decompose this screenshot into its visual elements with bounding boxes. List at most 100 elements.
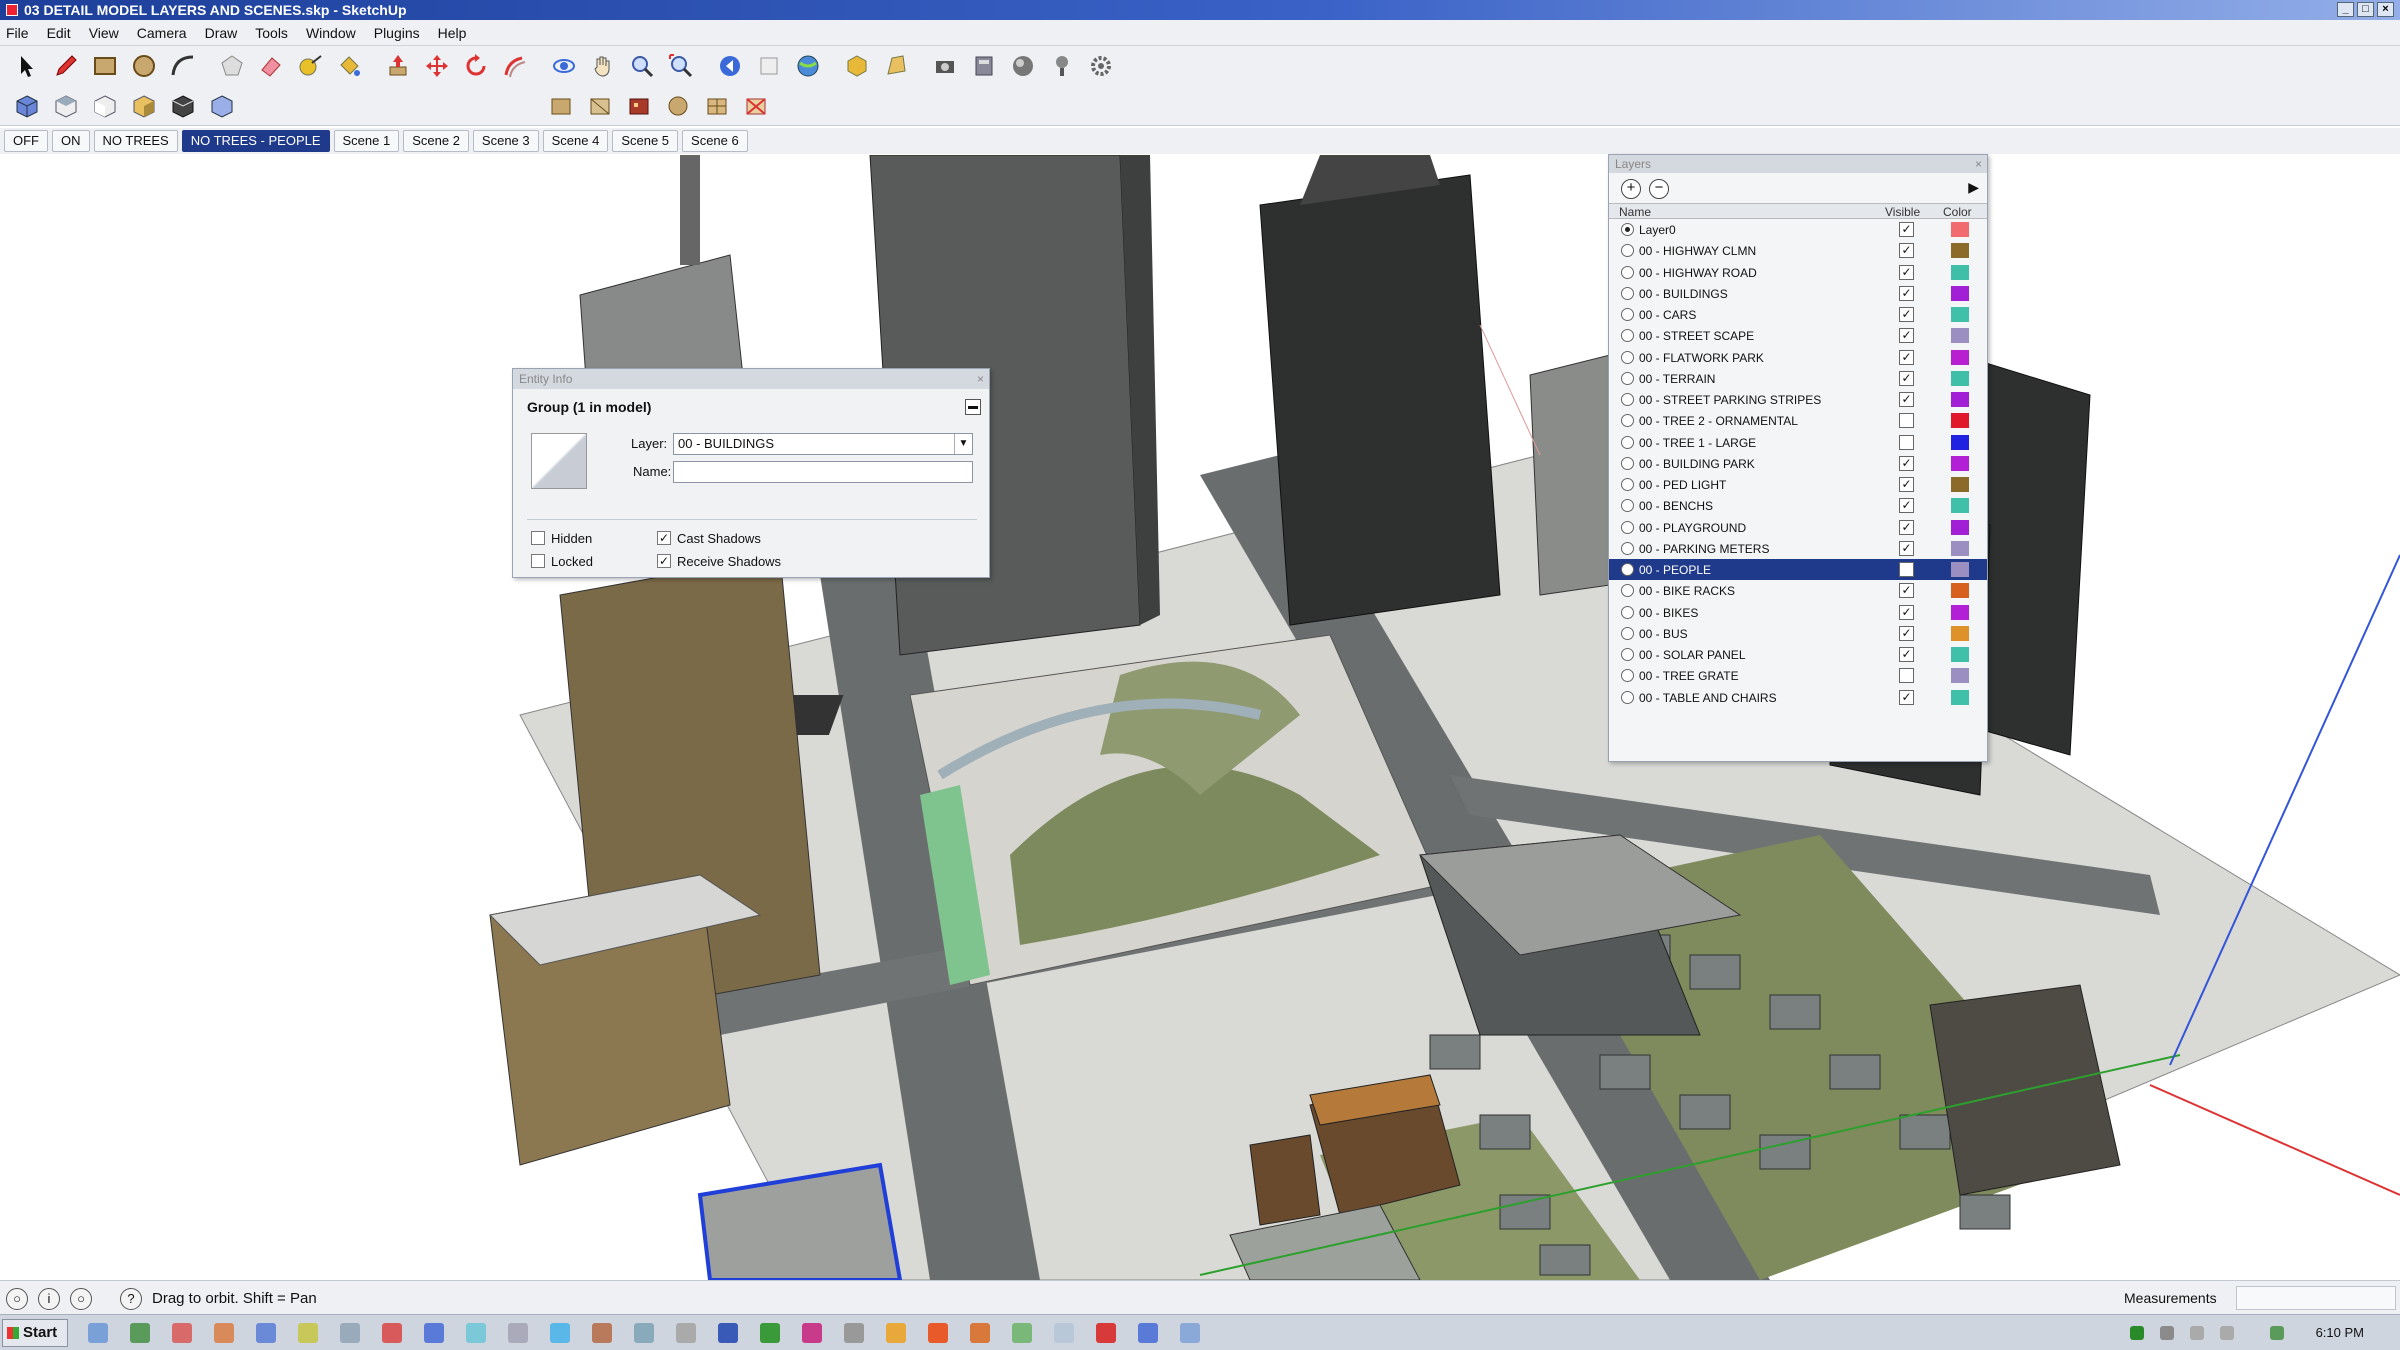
taskbar-app-icon[interactable] — [970, 1323, 990, 1343]
layer-color-swatch[interactable] — [1951, 434, 1969, 450]
polygon-icon[interactable] — [217, 51, 247, 81]
layer-name[interactable]: 00 - HIGHWAY CLMN — [1639, 244, 1756, 258]
menu-edit[interactable]: Edit — [47, 25, 71, 41]
details-arrow-icon[interactable]: ▶ — [1968, 179, 1979, 196]
layer-name[interactable]: 00 - CARS — [1639, 308, 1696, 322]
network-icon[interactable] — [2190, 1326, 2204, 1340]
menu-draw[interactable]: Draw — [205, 25, 238, 41]
layer-name[interactable]: 00 - BIKE RACKS — [1639, 584, 1735, 598]
left-view-icon[interactable] — [207, 91, 237, 121]
taskbar-app-icon[interactable] — [1138, 1323, 1158, 1343]
component-icon[interactable] — [842, 51, 872, 81]
layer-color-swatch[interactable] — [1951, 498, 1969, 514]
scene-tab-on[interactable]: ON — [52, 130, 90, 152]
taskbar-app-icon[interactable] — [508, 1323, 528, 1343]
add-layer-icon[interactable]: + — [1621, 179, 1641, 199]
layer-visible-checkbox[interactable]: ✓ — [1899, 222, 1914, 237]
layer-color-swatch[interactable] — [1951, 604, 1969, 620]
layer-name[interactable]: 00 - SOLAR PANEL — [1639, 648, 1746, 662]
layer-row[interactable]: 00 - FLATWORK PARK ✓ — [1609, 347, 1987, 368]
taskbar-app-icon[interactable] — [886, 1323, 906, 1343]
measurements-input[interactable] — [2236, 1286, 2396, 1310]
layer-visible-checkbox[interactable]: ✓ — [1899, 264, 1914, 280]
layer-row[interactable]: 00 - TREE 1 - LARGE — [1609, 432, 1987, 453]
layer-color-swatch[interactable] — [1951, 562, 1969, 577]
right-view-icon[interactable] — [129, 91, 159, 121]
active-layer-radio[interactable] — [1621, 605, 1634, 619]
active-layer-radio[interactable] — [1621, 350, 1634, 364]
column-name[interactable]: Name — [1619, 205, 1651, 219]
taskbar-app-icon[interactable] — [1012, 1323, 1032, 1343]
taskbar-app-icon[interactable] — [676, 1323, 696, 1343]
taskbar-app-icon[interactable] — [172, 1323, 192, 1343]
active-layer-radio[interactable] — [1621, 393, 1634, 406]
layer-visible-checkbox[interactable]: ✓ — [1899, 498, 1914, 514]
layer-row[interactable]: 00 - CARS ✓ — [1609, 304, 1987, 325]
active-layer-radio[interactable] — [1621, 584, 1634, 598]
user-icon[interactable]: ○ — [70, 1288, 92, 1310]
layer-color-swatch[interactable] — [1951, 689, 1969, 705]
taskbar-app-icon[interactable] — [256, 1323, 276, 1343]
column-visible[interactable]: Visible — [1885, 205, 1920, 219]
layer-color-swatch[interactable] — [1951, 328, 1969, 344]
minimize-button[interactable]: _ — [2337, 2, 2354, 17]
layer-row[interactable]: 00 - TREE GRATE — [1609, 665, 1987, 686]
layer-color-swatch[interactable] — [1951, 647, 1969, 662]
model-viewport[interactable] — [0, 155, 2400, 1280]
scene-tab-scene-5[interactable]: Scene 5 — [612, 130, 679, 152]
taskbar-app-icon[interactable] — [1096, 1323, 1116, 1343]
eraser-icon[interactable] — [256, 51, 286, 81]
scene-tab-scene-3[interactable]: Scene 3 — [472, 130, 539, 152]
tape-measure-icon[interactable] — [295, 51, 325, 81]
locked-checkbox[interactable] — [531, 554, 545, 568]
layer-visible-checkbox[interactable]: ✓ — [1899, 243, 1914, 259]
style-textured-icon[interactable] — [702, 91, 732, 121]
active-layer-radio[interactable] — [1621, 478, 1634, 491]
style-xray-icon[interactable] — [546, 91, 576, 121]
section-icon[interactable] — [930, 51, 960, 81]
start-button[interactable]: Start — [2, 1319, 68, 1347]
back-view-icon[interactable] — [168, 91, 198, 121]
receive-shadows-checkbox[interactable]: ✓ — [657, 554, 671, 568]
shadow-icon[interactable] — [1008, 51, 1038, 81]
follow-me-icon[interactable] — [500, 51, 530, 81]
taskbar-app-icon[interactable] — [466, 1323, 486, 1343]
menu-camera[interactable]: Camera — [137, 25, 187, 41]
menu-tools[interactable]: Tools — [255, 25, 288, 41]
layer-name[interactable]: 00 - STREET SCAPE — [1639, 329, 1754, 343]
active-layer-radio[interactable] — [1621, 308, 1634, 321]
layer-color-swatch[interactable] — [1951, 370, 1969, 386]
layer-row[interactable]: 00 - BIKE RACKS ✓ — [1609, 580, 1987, 601]
delete-layer-icon[interactable]: − — [1649, 179, 1669, 199]
layer-row[interactable]: 00 - HIGHWAY ROAD ✓ — [1609, 262, 1987, 283]
layer-color-swatch[interactable] — [1951, 583, 1969, 599]
tray-icon[interactable] — [2160, 1326, 2174, 1340]
taskbar-app-icon[interactable] — [718, 1323, 738, 1343]
scene-tab-scene-4[interactable]: Scene 4 — [542, 130, 609, 152]
active-layer-radio[interactable] — [1621, 371, 1634, 385]
taskbar-app-icon[interactable] — [214, 1323, 234, 1343]
pencil-icon[interactable] — [51, 51, 81, 81]
taskbar-app-icon[interactable] — [550, 1323, 570, 1343]
layer-color-swatch[interactable] — [1951, 668, 1969, 684]
taskbar-app-icon[interactable] — [1054, 1323, 1074, 1343]
maximize-button[interactable]: □ — [2357, 2, 2374, 17]
taskbar-app-icon[interactable] — [760, 1323, 780, 1343]
active-layer-radio[interactable] — [1621, 499, 1634, 513]
style-wireframe-icon[interactable] — [585, 91, 615, 121]
layer-color-swatch[interactable] — [1951, 264, 1969, 280]
taskbar-app-icon[interactable] — [1180, 1323, 1200, 1343]
circle-icon[interactable] — [129, 51, 159, 81]
taskbar-app-icon[interactable] — [340, 1323, 360, 1343]
column-color[interactable]: Color — [1943, 205, 1972, 219]
entity-info-collapse-button[interactable]: ▬ — [965, 399, 981, 415]
style-hidden-line-icon[interactable] — [624, 91, 654, 121]
layer-visible-checkbox[interactable]: ✓ — [1899, 477, 1914, 492]
hidden-checkbox[interactable] — [531, 531, 545, 545]
layer-visible-checkbox[interactable]: ✓ — [1899, 285, 1914, 301]
chevron-down-icon[interactable]: ▼ — [954, 434, 972, 454]
rotate-icon[interactable] — [461, 51, 491, 81]
entity-info-close-icon[interactable]: × — [977, 369, 984, 389]
active-layer-radio[interactable] — [1621, 541, 1634, 555]
layer-color-swatch[interactable] — [1951, 413, 1969, 429]
